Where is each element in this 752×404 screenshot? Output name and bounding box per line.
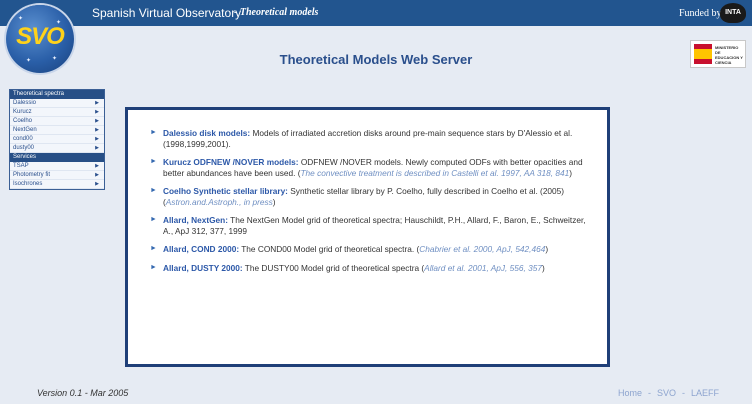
sidebar-item-label: NextGen	[13, 127, 37, 133]
list-item-kurucz: ► Kurucz ODFNEW /NOVER models: ODFNEW /N…	[150, 157, 590, 178]
entry-title-link[interactable]: Coelho Synthetic stellar library:	[163, 186, 288, 196]
bullet-icon: ►	[150, 245, 157, 252]
footer-separator: -	[681, 388, 685, 398]
footer-link-laeff[interactable]: LAEFF	[691, 388, 719, 398]
arrow-right-icon: ▶	[95, 127, 99, 133]
sidebar-item-photometry-fit[interactable]: Photometry fit ▶	[10, 171, 104, 180]
entry-tail: )	[541, 262, 545, 273]
bullet-icon: ►	[150, 216, 157, 223]
footer-link-home[interactable]: Home	[618, 388, 642, 398]
sidebar-section-services: Services	[10, 153, 104, 162]
footer-links: Home - SVO - LAEFF	[615, 388, 722, 398]
reference-link[interactable]: Astron.and.Astroph., in press	[166, 197, 273, 207]
svo-logo-text: SVO	[16, 23, 65, 50]
list-item-dalessio: ► Dalessio disk models: Models of irradi…	[150, 128, 590, 149]
entry-title-link[interactable]: Dalessio disk models:	[163, 128, 250, 138]
reference-link[interactable]: Allard et al. 2001, ApJ, 556, 357	[424, 263, 542, 273]
inta-logo[interactable]: INTA	[720, 3, 746, 23]
list-item-cond2000: ► Allard, COND 2000: The COND00 Model gr…	[150, 244, 590, 255]
arrow-right-icon: ▶	[95, 100, 99, 106]
sidebar-item-label: Dalessio	[13, 100, 37, 106]
entry-title-link[interactable]: Allard, DUSTY 2000:	[163, 263, 243, 273]
reference-link[interactable]: The convective treatment is described in…	[300, 168, 569, 178]
sidebar-item-label: TSAP	[13, 163, 29, 169]
models-list-panel: ► Dalessio disk models: Models of irradi…	[125, 107, 610, 367]
funded-by-label: Funded by	[679, 8, 722, 19]
bullet-icon: ►	[150, 158, 157, 165]
sidebar-section-theoretical-spectra: Theoretical spectra	[10, 90, 104, 99]
sidebar-item-nextgen[interactable]: NextGen ▶	[10, 126, 104, 135]
ministry-logo-text: MINISTERIO DE EDUCACION Y CIENCIA	[715, 45, 743, 65]
entry-title-link[interactable]: Allard, NextGen:	[163, 215, 228, 225]
reference-link[interactable]: Chabrier et al. 2000, ApJ, 542,464	[419, 244, 545, 254]
sidebar-item-tsap[interactable]: TSAP ▶	[10, 162, 104, 171]
footer-separator: -	[647, 388, 651, 398]
list-item-coelho: ► Coelho Synthetic stellar library: Synt…	[150, 186, 590, 207]
entry-title-link[interactable]: Kurucz ODFNEW /NOVER models:	[163, 157, 299, 167]
sidebar-item-label: dusty00	[13, 145, 35, 151]
entry-title-link[interactable]: Allard, COND 2000:	[163, 244, 239, 254]
sidebar-item-label: Photometry fit	[13, 172, 51, 178]
arrow-right-icon: ▶	[95, 145, 99, 151]
site-subtitle: - Theoretical models	[234, 7, 319, 18]
bullet-icon: ►	[150, 263, 157, 271]
sidebar-item-cond00[interactable]: cond00 ▶	[10, 135, 104, 144]
list-item-dusty2000: ► Allard, DUSTY 2000: The DUSTY00 Model …	[150, 263, 590, 274]
sidebar-item-label: cond00	[13, 136, 33, 142]
sidebar-item-dalessio[interactable]: Dalessio ▶	[10, 99, 104, 108]
entry-description: The DUSTY00 Model grid of theoretical sp…	[242, 262, 425, 273]
top-bar: Spanish Virtual Observatory - Theoretica…	[0, 0, 752, 26]
sidebar-item-dusty00[interactable]: dusty00 ▶	[10, 144, 104, 153]
page-title: Theoretical Models Web Server	[279, 52, 473, 67]
sidebar-item-isochrones[interactable]: Isochrones ▶	[10, 180, 104, 189]
arrow-right-icon: ▶	[95, 181, 99, 187]
arrow-right-icon: ▶	[95, 136, 99, 142]
star-icon: ✦	[18, 16, 24, 22]
sidebar-item-coelho[interactable]: Coelho ▶	[10, 117, 104, 126]
entry-tail: )	[545, 244, 549, 254]
spain-flag-icon	[694, 44, 712, 64]
arrow-right-icon: ▶	[95, 109, 99, 115]
entry-description: The COND00 Model grid of theoretical spe…	[239, 244, 420, 254]
footer-link-svo[interactable]: SVO	[657, 388, 676, 398]
sidebar-item-label: Coelho	[13, 118, 33, 124]
site-title[interactable]: Spanish Virtual Observatory	[92, 6, 241, 20]
list-item-nextgen: ► Allard, NextGen: The NextGen Model gri…	[150, 215, 590, 236]
sidebar-menu: Theoretical spectra Dalessio ▶ Kurucz ▶ …	[9, 89, 105, 190]
sidebar-item-label: Kurucz	[13, 109, 32, 115]
arrow-right-icon: ▶	[95, 172, 99, 178]
entry-tail: )	[272, 196, 276, 207]
arrow-right-icon: ▶	[95, 118, 99, 124]
bullet-icon: ►	[150, 187, 157, 194]
arrow-right-icon: ▶	[95, 163, 99, 169]
entry-tail: )	[569, 167, 572, 178]
bullet-icon: ►	[150, 129, 157, 136]
sidebar-item-label: Isochrones	[13, 181, 43, 187]
version-label: Version 0.1 - Mar 2005	[37, 388, 129, 398]
sidebar-item-kurucz[interactable]: Kurucz ▶	[10, 108, 104, 117]
ministry-logo[interactable]: MINISTERIO DE EDUCACION Y CIENCIA	[690, 40, 746, 68]
